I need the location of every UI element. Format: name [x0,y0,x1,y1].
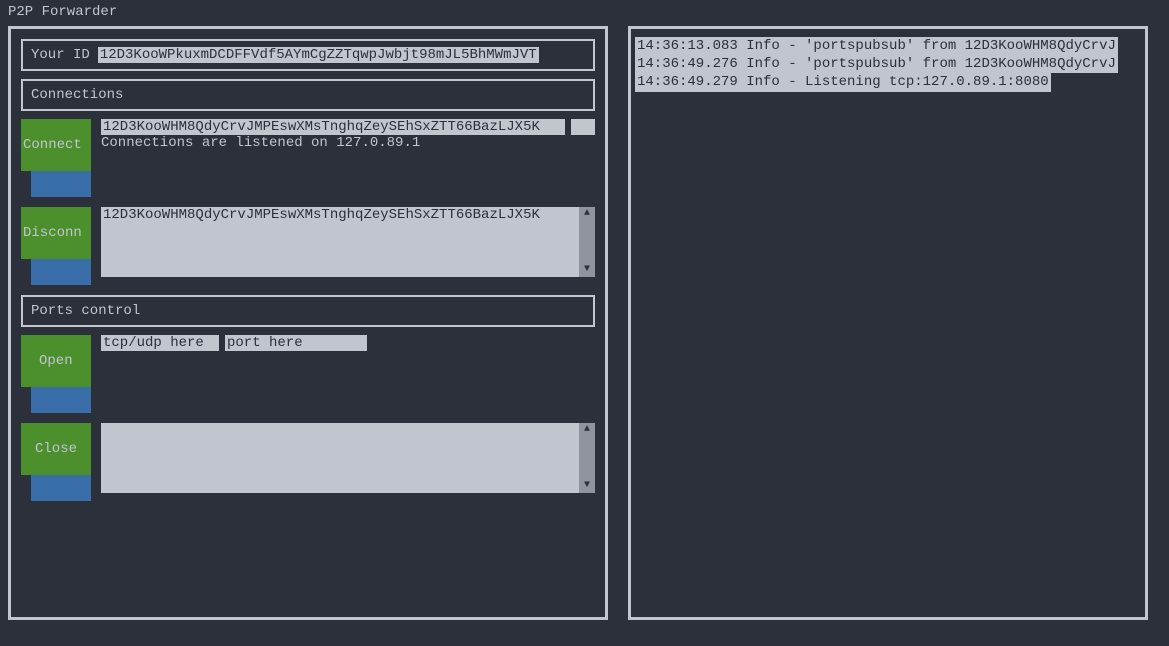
connections-list[interactable]: 12D3KooWHM8QdyCrvJMPEswXMsTnghqZeySEhSxZ… [101,207,595,277]
connect-button-shadow [31,171,91,197]
your-id-value[interactable]: 12D3KooWPkuxmDCDFFVdf5AYmCgZZTqwpJwbjt98… [98,47,539,63]
scroll-up-icon[interactable]: ▲ [584,425,590,435]
scroll-down-icon[interactable]: ▼ [584,481,590,491]
disconnect-button-shadow [31,259,91,285]
control-panel: Your ID 12D3KooWPkuxmDCDFFVdf5AYmCgZZTqw… [8,26,608,620]
disconnect-row: Disconn 12D3KooWHM8QdyCrvJMPEswXMsTnghqZ… [21,207,595,285]
close-button-shadow [31,475,91,501]
connections-scrollbar[interactable]: ▲ ▼ [579,207,595,277]
app-title: P2P Forwarder [8,4,1161,20]
your-id-label: Your ID [31,47,90,63]
log-line: 14:36:49.279 Info - Listening tcp:127.0.… [635,73,1051,91]
ports-header: Ports control [21,295,595,327]
open-button-shadow [31,387,91,413]
port-input[interactable] [225,335,367,351]
ports-header-label: Ports control [31,303,140,319]
close-port-button[interactable]: Close [21,423,91,475]
connections-header-label: Connections [31,87,123,103]
disconnect-button[interactable]: Disconn [21,207,91,259]
connections-listen-info: Connections are listened on 127.0.89.1 [101,135,595,151]
scroll-down-icon[interactable]: ▼ [584,265,590,275]
connect-row: Connect Connections are listened on 127.… [21,119,595,197]
connections-header: Connections [21,79,595,111]
open-port-button[interactable]: Open [21,335,91,387]
open-port-row: Open [21,335,595,413]
protocol-input[interactable] [101,335,219,351]
scroll-up-icon[interactable]: ▲ [584,209,590,219]
list-item[interactable]: 12D3KooWHM8QdyCrvJMPEswXMsTnghqZeySEhSxZ… [103,207,577,223]
log-line: 14:36:49.276 Info - 'portspubsub' from 1… [635,55,1118,73]
connect-button[interactable]: Connect [21,119,91,171]
connect-id-extra[interactable] [571,119,595,135]
ports-list[interactable]: ▲ ▼ [101,423,595,493]
ports-scrollbar[interactable]: ▲ ▼ [579,423,595,493]
log-line: 14:36:13.083 Info - 'portspubsub' from 1… [635,37,1118,55]
log-panel: 14:36:13.083 Info - 'portspubsub' from 1… [628,26,1148,620]
your-id-section: Your ID 12D3KooWPkuxmDCDFFVdf5AYmCgZZTqw… [21,39,595,71]
close-port-row: Close ▲ ▼ [21,423,595,501]
connect-id-input[interactable] [101,119,565,135]
